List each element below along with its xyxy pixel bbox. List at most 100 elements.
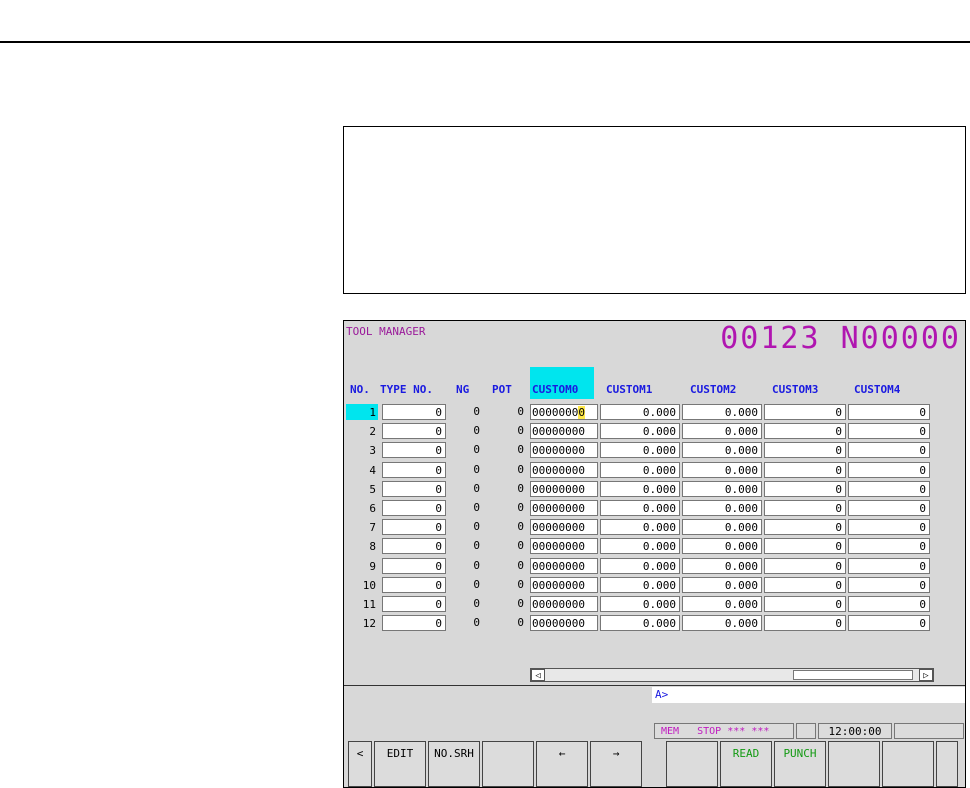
custom1-field[interactable]: 0.000 xyxy=(600,558,680,574)
softkey[interactable] xyxy=(882,741,934,787)
custom0-field[interactable]: 00000000 xyxy=(530,558,598,574)
custom2-field[interactable]: 0.000 xyxy=(682,481,762,497)
row-number: 1 xyxy=(369,406,376,419)
custom3-field[interactable]: 0 xyxy=(764,558,846,574)
row-number: 7 xyxy=(369,521,376,534)
horizontal-scrollbar[interactable]: ◁ ▷ xyxy=(530,668,934,682)
softkey[interactable] xyxy=(936,741,958,787)
custom2-field[interactable]: 0.000 xyxy=(682,538,762,554)
custom4-field[interactable]: 0 xyxy=(848,538,930,554)
custom1-field[interactable]: 0.000 xyxy=(600,615,680,631)
type-no-field[interactable]: 0 xyxy=(382,596,446,612)
custom1-field[interactable]: 0.000 xyxy=(600,500,680,516)
custom4-field[interactable]: 0 xyxy=(848,500,930,516)
custom0-field[interactable]: 00000000 xyxy=(530,423,598,439)
custom0-field[interactable]: 00000000 xyxy=(530,519,598,535)
custom4-field[interactable]: 0 xyxy=(848,519,930,535)
type-no-field[interactable]: 0 xyxy=(382,519,446,535)
pot-value: 0 xyxy=(517,597,524,610)
custom4-field[interactable]: 0 xyxy=(848,615,930,631)
scroll-left-icon[interactable]: ◁ xyxy=(531,669,545,681)
custom1-field[interactable]: 0.000 xyxy=(600,442,680,458)
custom0-field[interactable]: 00000000 xyxy=(530,615,598,631)
custom4-field[interactable]: 0 xyxy=(848,423,930,439)
custom4-field[interactable]: 0 xyxy=(848,577,930,593)
custom3-field[interactable]: 0 xyxy=(764,404,846,420)
custom2-field[interactable]: 0.000 xyxy=(682,404,762,420)
custom1-field[interactable]: 0.000 xyxy=(600,519,680,535)
pot-value: 0 xyxy=(517,424,524,437)
type-no-field[interactable]: 0 xyxy=(382,558,446,574)
softkey[interactable] xyxy=(666,741,718,787)
softkey[interactable] xyxy=(828,741,880,787)
type-no-field[interactable]: 0 xyxy=(382,481,446,497)
custom2-field[interactable]: 0.000 xyxy=(682,596,762,612)
custom2-field[interactable]: 0.000 xyxy=(682,462,762,478)
screen-title: TOOL MANAGER xyxy=(346,325,426,338)
custom0-field[interactable]: 00000000 xyxy=(530,404,598,420)
custom0-field[interactable]: 00000000 xyxy=(530,538,598,554)
custom0-field[interactable]: 00000000 xyxy=(530,481,598,497)
custom3-field[interactable]: 0 xyxy=(764,442,846,458)
custom4-field[interactable]: 0 xyxy=(848,462,930,478)
scroll-right-icon[interactable]: ▷ xyxy=(919,669,933,681)
custom1-field[interactable]: 0.000 xyxy=(600,596,680,612)
custom1-field[interactable]: 0.000 xyxy=(600,577,680,593)
softkey[interactable]: < xyxy=(348,741,372,787)
custom0-field[interactable]: 00000000 xyxy=(530,596,598,612)
scroll-thumb[interactable] xyxy=(793,670,913,680)
custom3-field[interactable]: 0 xyxy=(764,481,846,497)
custom2-field[interactable]: 0.000 xyxy=(682,442,762,458)
custom2-field[interactable]: 0.000 xyxy=(682,500,762,516)
softkey[interactable]: EDIT xyxy=(374,741,426,787)
status-blank-2 xyxy=(894,723,964,739)
column-header: CUSTOM2 xyxy=(690,383,737,396)
custom1-field[interactable]: 0.000 xyxy=(600,423,680,439)
custom3-field[interactable]: 0 xyxy=(764,538,846,554)
type-no-field[interactable]: 0 xyxy=(382,615,446,631)
custom2-field[interactable]: 0.000 xyxy=(682,558,762,574)
custom4-field[interactable]: 0 xyxy=(848,442,930,458)
custom2-field[interactable]: 0.000 xyxy=(682,615,762,631)
custom3-field[interactable]: 0 xyxy=(764,615,846,631)
custom3-field[interactable]: 0 xyxy=(764,577,846,593)
custom3-field[interactable]: 0 xyxy=(764,596,846,612)
pot-value: 0 xyxy=(517,482,524,495)
custom1-field[interactable]: 0.000 xyxy=(600,538,680,554)
type-no-field[interactable]: 0 xyxy=(382,538,446,554)
input-prompt[interactable]: A> xyxy=(652,687,965,703)
custom3-field[interactable]: 0 xyxy=(764,423,846,439)
softkey[interactable] xyxy=(482,741,534,787)
custom4-field[interactable]: 0 xyxy=(848,404,930,420)
custom0-field[interactable]: 00000000 xyxy=(530,462,598,478)
type-no-field[interactable]: 0 xyxy=(382,423,446,439)
softkey[interactable]: → xyxy=(590,741,642,787)
custom0-field[interactable]: 00000000 xyxy=(530,500,598,516)
pot-value: 0 xyxy=(517,559,524,572)
type-no-field[interactable]: 0 xyxy=(382,442,446,458)
custom3-field[interactable]: 0 xyxy=(764,519,846,535)
custom1-field[interactable]: 0.000 xyxy=(600,404,680,420)
type-no-field[interactable]: 0 xyxy=(382,577,446,593)
type-no-field[interactable]: 0 xyxy=(382,404,446,420)
custom4-field[interactable]: 0 xyxy=(848,481,930,497)
custom4-field[interactable]: 0 xyxy=(848,596,930,612)
column-header: CUSTOM0 xyxy=(532,383,579,396)
softkey[interactable]: READ xyxy=(720,741,772,787)
softkey[interactable]: NO.SRH xyxy=(428,741,480,787)
custom2-field[interactable]: 0.000 xyxy=(682,423,762,439)
softkey[interactable]: PUNCH xyxy=(774,741,826,787)
custom0-field[interactable]: 00000000 xyxy=(530,577,598,593)
type-no-field[interactable]: 0 xyxy=(382,462,446,478)
custom1-field[interactable]: 0.000 xyxy=(600,462,680,478)
custom1-field[interactable]: 0.000 xyxy=(600,481,680,497)
custom4-field[interactable]: 0 xyxy=(848,558,930,574)
custom3-field[interactable]: 0 xyxy=(764,500,846,516)
custom2-field[interactable]: 0.000 xyxy=(682,577,762,593)
softkey[interactable]: ← xyxy=(536,741,588,787)
column-header: POT xyxy=(492,383,512,396)
custom0-field[interactable]: 00000000 xyxy=(530,442,598,458)
type-no-field[interactable]: 0 xyxy=(382,500,446,516)
custom3-field[interactable]: 0 xyxy=(764,462,846,478)
custom2-field[interactable]: 0.000 xyxy=(682,519,762,535)
